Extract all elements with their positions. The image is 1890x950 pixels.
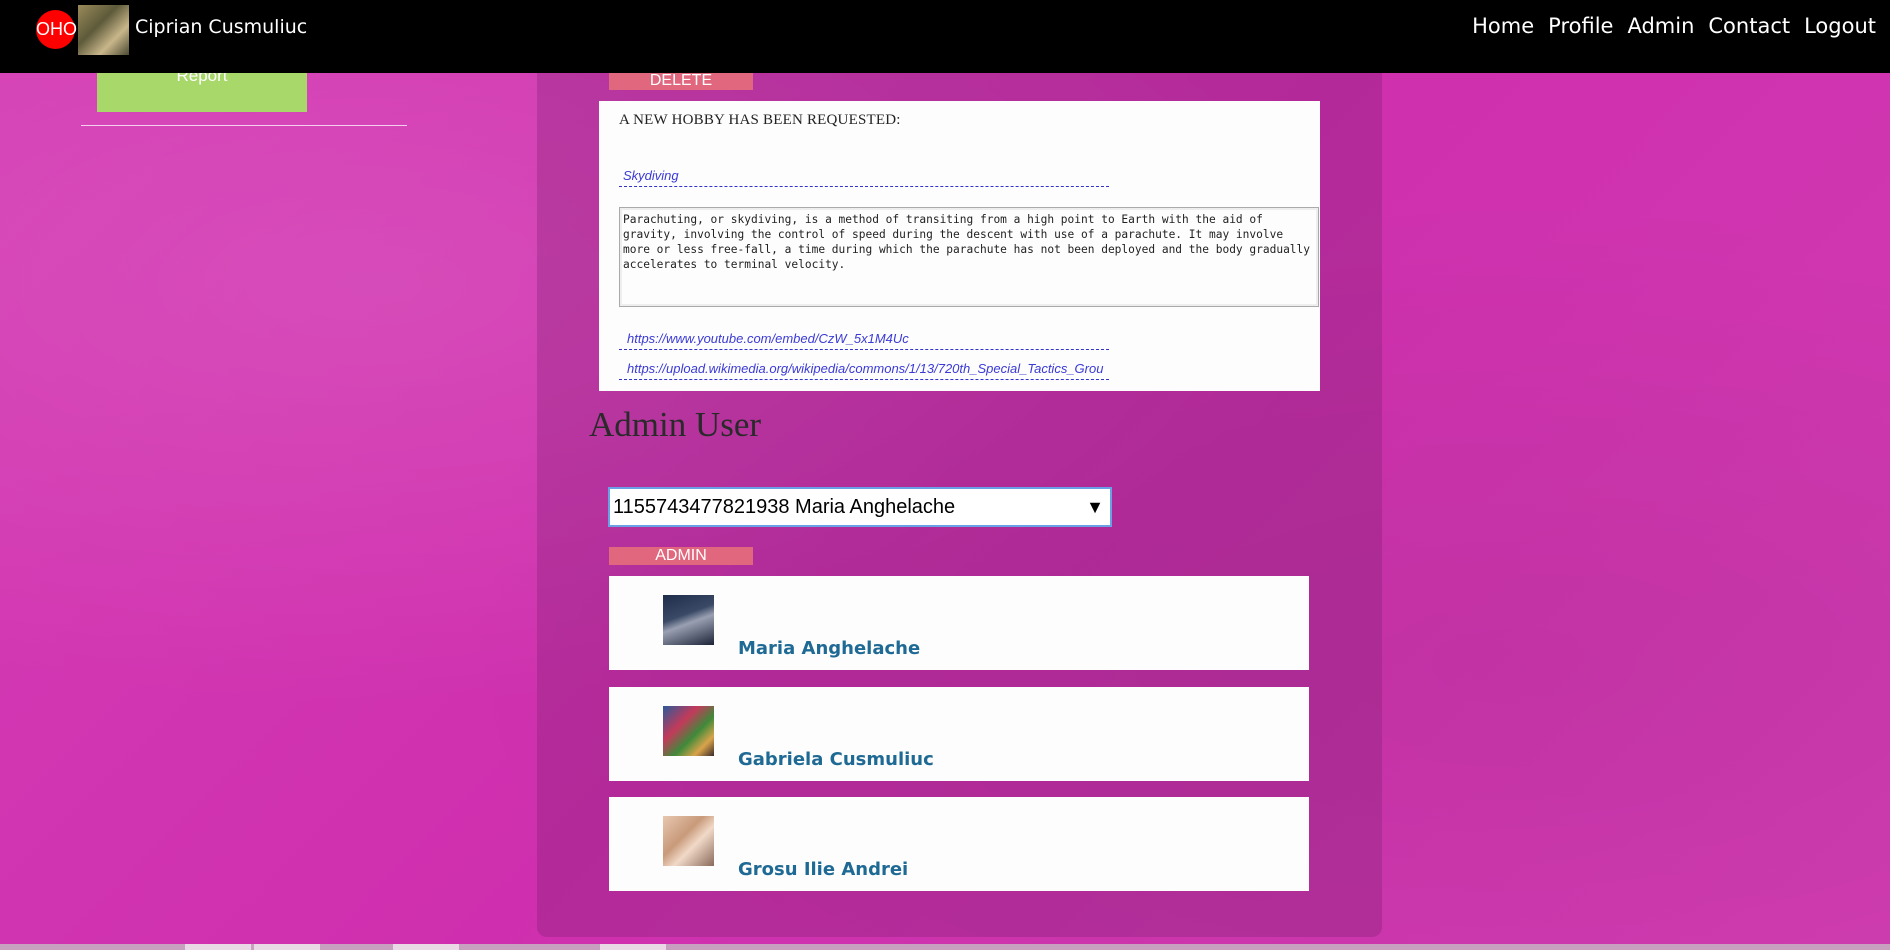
user-select-value: 1155743477821938 Maria Anghelache [613,496,956,518]
top-nav-bar: OHO Ciprian Cusmuliuc Home Profile Admin… [0,0,1890,73]
hobby-video-url-input[interactable]: https://www.youtube.com/embed/CzW_5x1M4U… [619,331,1109,350]
user-avatar [663,816,714,866]
nav-logout[interactable]: Logout [1804,14,1876,38]
hobby-request-card: A NEW HOBBY HAS BEEN REQUESTED: Skydivin… [599,101,1320,391]
scroll-segment [600,944,666,950]
delete-button[interactable]: DELETE [609,72,753,90]
horizontal-scrollbar[interactable] [0,944,1890,950]
scroll-segment [254,944,320,950]
nav-admin[interactable]: Admin [1627,14,1694,38]
current-user-name[interactable]: Ciprian Cusmuliuc [135,16,307,38]
site-logo[interactable]: OHO [36,10,77,49]
nav-home[interactable]: Home [1472,14,1534,38]
scroll-segment [393,944,459,950]
hobby-image-url-input[interactable]: https://upload.wikimedia.org/wikipedia/c… [619,361,1109,380]
nav-profile[interactable]: Profile [1548,14,1613,38]
hobby-description-textarea[interactable]: Parachuting, or skydiving, is a method o… [619,207,1319,307]
user-card[interactable]: Gabriela Cusmuliuc [609,687,1309,781]
user-avatar [663,706,714,756]
nav-contact[interactable]: Contact [1708,14,1790,38]
hobby-request-title: A NEW HOBBY HAS BEEN REQUESTED: [619,112,901,128]
user-card[interactable]: Maria Anghelache [609,576,1309,670]
main-nav: Home Profile Admin Contact Logout [1458,14,1876,38]
scroll-segment [185,944,251,950]
dropdown-arrow-icon: ▼ [1086,497,1104,517]
user-name-link[interactable]: Gabriela Cusmuliuc [738,749,934,770]
user-avatar [663,595,714,645]
user-select-dropdown[interactable]: 1155743477821938 Maria Anghelache ▼ [608,487,1112,527]
admin-button[interactable]: ADMIN [609,547,753,565]
user-name-link[interactable]: Grosu Ilie Andrei [738,859,908,880]
admin-user-title: Admin User [589,405,762,444]
hobby-name-input[interactable]: Skydiving [619,168,1109,187]
user-name-link[interactable]: Maria Anghelache [738,638,920,659]
current-user-avatar[interactable] [78,5,129,55]
user-card[interactable]: Grosu Ilie Andrei [609,797,1309,891]
sidebar-divider [81,125,407,126]
